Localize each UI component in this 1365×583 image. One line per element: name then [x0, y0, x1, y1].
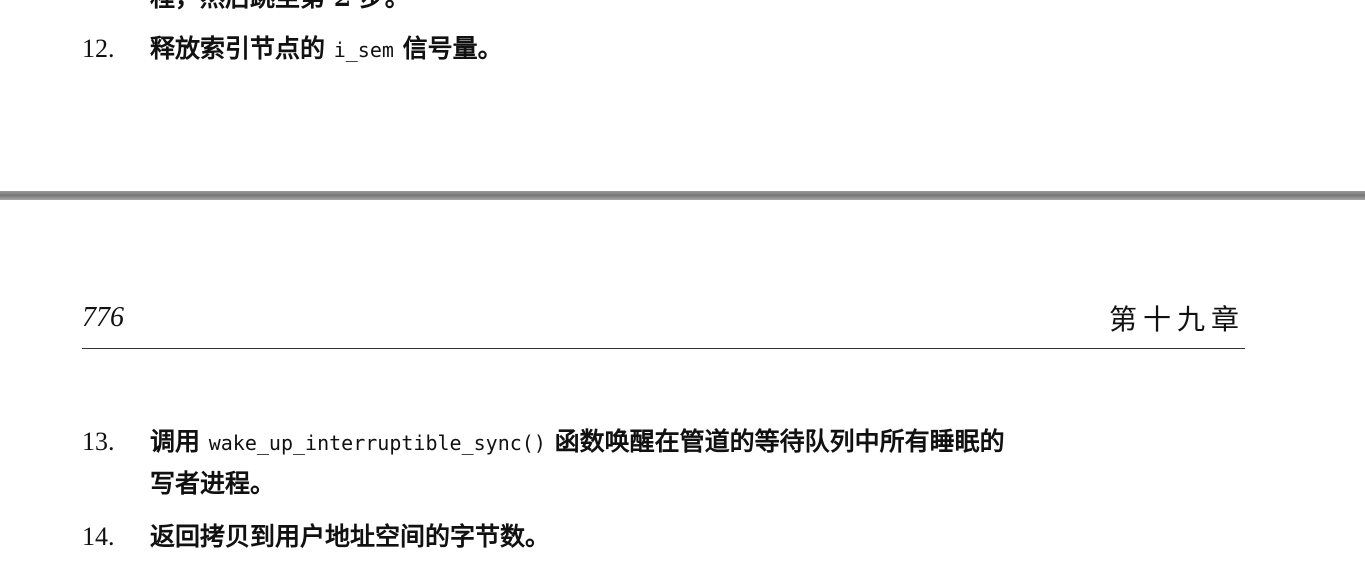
item-number: 13.	[82, 427, 115, 456]
clipped-previous-line: 程，然后跳至第 2 步。	[150, 0, 410, 14]
item-text: 释放索引节点的 i_sem 信号量。	[150, 29, 503, 70]
chapter-title: 第十九章	[1108, 303, 1245, 336]
item-number: 14.	[82, 522, 115, 551]
page-number: 776	[82, 302, 124, 333]
header-rule	[82, 348, 1245, 349]
item-text: 返回拷贝到用户地址空间的字节数。	[150, 522, 551, 551]
list-item-13-continuation: 写者进程。	[150, 469, 276, 498]
item-text-part: 函数唤醒在管道的等待队列中所有睡眠的	[545, 427, 1005, 456]
page-divider	[0, 191, 1365, 200]
item-number: 12.	[82, 34, 115, 63]
code-identifier: wake_up_interruptible_sync()	[208, 431, 546, 455]
item-text-part: 释放索引节点的	[150, 34, 334, 63]
item-text-part: 调用	[150, 427, 209, 456]
item-text: 调用 wake_up_interruptible_sync() 函数唤醒在管道的…	[150, 422, 1005, 463]
code-identifier: i_sem	[333, 38, 394, 62]
item-text-part: 信号量。	[393, 34, 503, 63]
